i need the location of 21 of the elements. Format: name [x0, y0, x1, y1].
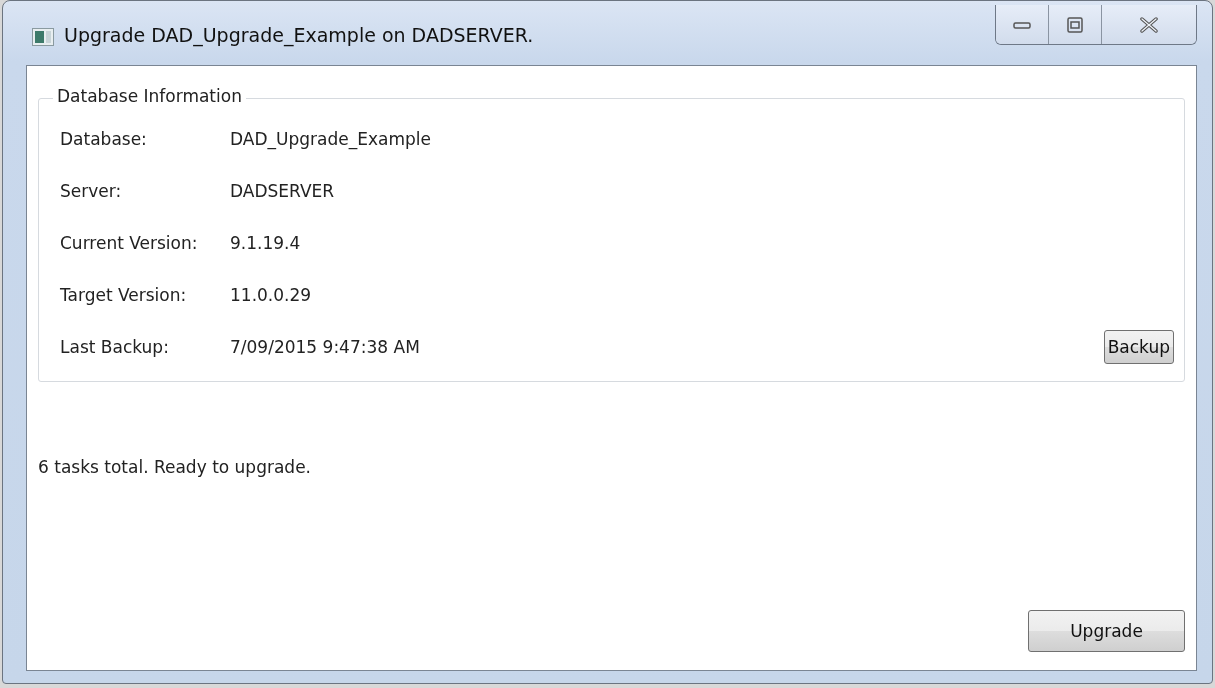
field-value: DAD_Upgrade_Example — [230, 129, 431, 149]
upgrade-button[interactable]: Upgrade — [1028, 610, 1185, 652]
field-value: 9.1.19.4 — [230, 233, 301, 253]
minimize-button[interactable] — [996, 5, 1049, 44]
field-label: Current Version: — [60, 233, 199, 253]
maximize-button[interactable] — [1049, 5, 1102, 44]
maximize-icon — [1067, 16, 1083, 33]
field-value: 7/09/2015 9:47:38 AM — [230, 337, 420, 357]
window-title: Upgrade DAD_Upgrade_Example on DADSERVER. — [64, 24, 534, 46]
field-label: Server: — [60, 181, 123, 201]
close-icon — [1139, 16, 1159, 33]
field-label: Target Version: — [60, 285, 188, 305]
field-label: Database: — [60, 129, 148, 149]
field-value: 11.0.0.29 — [230, 285, 312, 305]
close-button[interactable] — [1102, 5, 1196, 44]
field-value: DADSERVER — [230, 181, 335, 201]
status-text: 6 tasks total. Ready to upgrade. — [38, 457, 312, 477]
field-label: Last Backup: — [60, 337, 170, 357]
app-icon — [32, 28, 54, 46]
minimize-icon — [1013, 19, 1031, 30]
backup-button[interactable]: Backup — [1103, 330, 1174, 364]
